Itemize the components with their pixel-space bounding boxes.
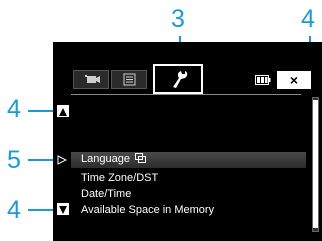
tab-list[interactable] bbox=[111, 70, 147, 89]
menu-item-date-time[interactable]: Date/Time bbox=[81, 188, 131, 201]
tab-movie[interactable] bbox=[73, 70, 109, 89]
movie-camera-icon bbox=[85, 75, 100, 83]
callout-4-bottom-line bbox=[28, 209, 56, 211]
scrollbar-thumb[interactable] bbox=[313, 100, 318, 228]
menu-item-available-space[interactable]: Available Space in Memory bbox=[81, 204, 214, 217]
menu-item-language[interactable]: Language bbox=[81, 153, 147, 166]
callout-4-right: 4 bbox=[301, 5, 315, 33]
callout-4-bottom: 4 bbox=[7, 196, 21, 224]
header-divider bbox=[71, 94, 301, 95]
wrench-icon bbox=[173, 71, 188, 88]
scroll-down-button[interactable] bbox=[57, 203, 69, 215]
callout-4-top-line bbox=[28, 110, 56, 112]
close-button[interactable]: × bbox=[277, 71, 311, 89]
camera-menu-screen: × Language Time Zone/DST Date/Time Avail… bbox=[53, 42, 322, 241]
triangle-up-icon bbox=[59, 108, 67, 116]
language-icon bbox=[135, 153, 147, 163]
triangle-down-icon bbox=[59, 206, 67, 214]
callout-3: 3 bbox=[171, 5, 185, 33]
menu-item-label: Language bbox=[81, 153, 130, 165]
tab-setup[interactable] bbox=[153, 64, 203, 94]
callout-5-line bbox=[28, 159, 54, 161]
selection-cursor-icon bbox=[57, 155, 67, 165]
scroll-up-button[interactable] bbox=[57, 105, 69, 117]
callout-4-top: 4 bbox=[7, 95, 21, 123]
menu-item-time-zone[interactable]: Time Zone/DST bbox=[81, 172, 158, 185]
battery-icon bbox=[255, 75, 271, 85]
list-icon bbox=[123, 73, 136, 86]
callout-5: 5 bbox=[7, 146, 21, 174]
